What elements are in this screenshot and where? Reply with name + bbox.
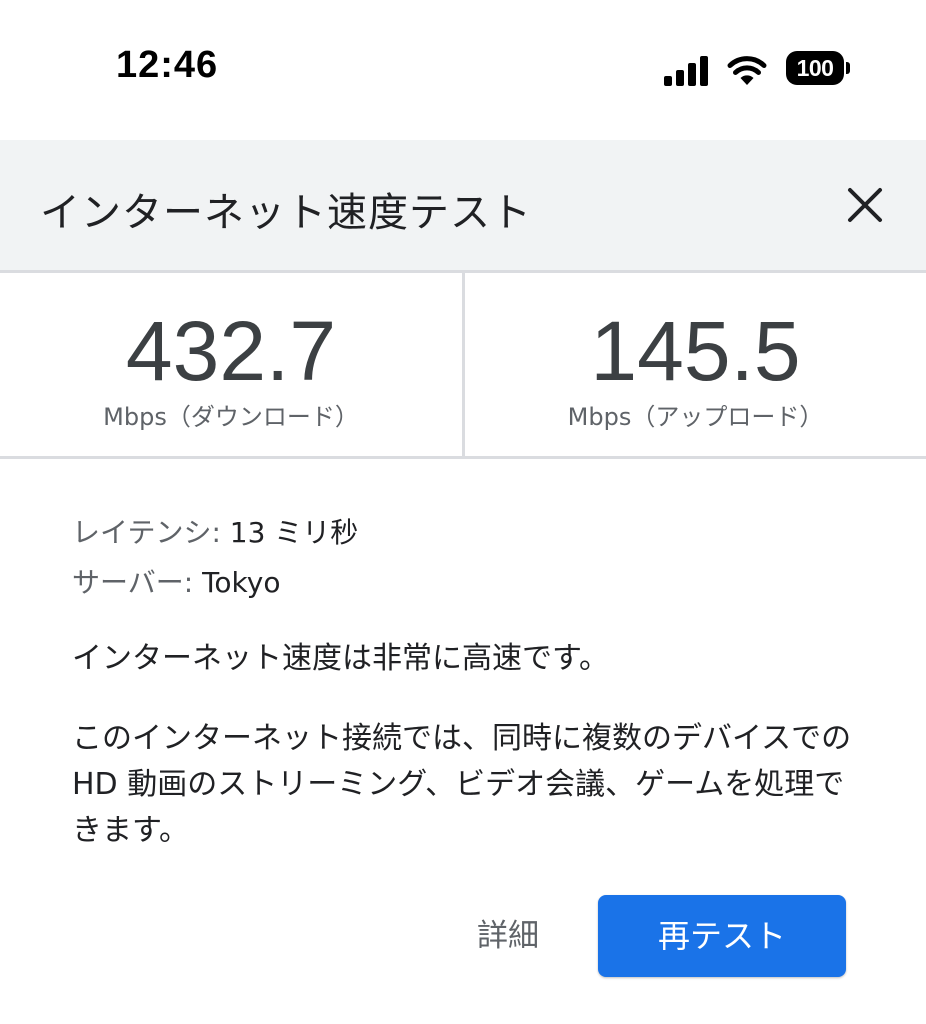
signal-icon [664,56,708,86]
close-icon [848,188,882,222]
battery-cap [846,62,850,74]
battery-level: 100 [786,51,844,85]
server-value: Tokyo [202,566,281,599]
latency-label: レイテンシ: [72,516,221,549]
upload-metric: 145.5 Mbps（アップロード） [465,273,926,456]
status-time: 12:46 [116,44,219,86]
latency-row: レイテンシ: 13 ミリ秒 [72,508,852,558]
wifi-icon [727,56,767,85]
speed-description: このインターネット接続では、同時に複数のデバイスでの HD 動画のストリーミング… [72,721,852,848]
speed-metrics: 432.7 Mbps（ダウンロード） 145.5 Mbps（アップロード） [0,273,926,459]
download-speed-unit: Mbps（ダウンロード） [103,403,359,431]
download-speed-value: 432.7 [125,304,337,398]
details-button[interactable]: 詳細 [458,902,558,970]
close-button[interactable] [830,170,900,240]
upload-speed-value: 145.5 [590,304,801,398]
upload-speed-unit: Mbps（アップロード） [567,403,824,431]
dialog-header: インターネット速度テスト [0,140,926,273]
retest-button[interactable]: 再テスト [598,895,846,977]
speed-summary: インターネット速度は非常に高速です。 [72,641,609,676]
connection-details: レイテンシ: 13 ミリ秒 サーバー: Tokyo [72,508,852,608]
server-label: サーバー: [72,566,194,599]
download-metric: 432.7 Mbps（ダウンロード） [0,273,462,456]
dialog-title: インターネット速度テスト [40,190,532,236]
status-bar: 12:46 100 [0,0,926,140]
latency-value: 13 ミリ秒 [229,516,359,549]
speed-test-page: 12:46 100 インターネット速度テスト 432.7 Mbps（ダウンロード… [0,0,926,1024]
server-row: サーバー: Tokyo [72,558,852,608]
battery-icon: 100 [786,51,850,87]
